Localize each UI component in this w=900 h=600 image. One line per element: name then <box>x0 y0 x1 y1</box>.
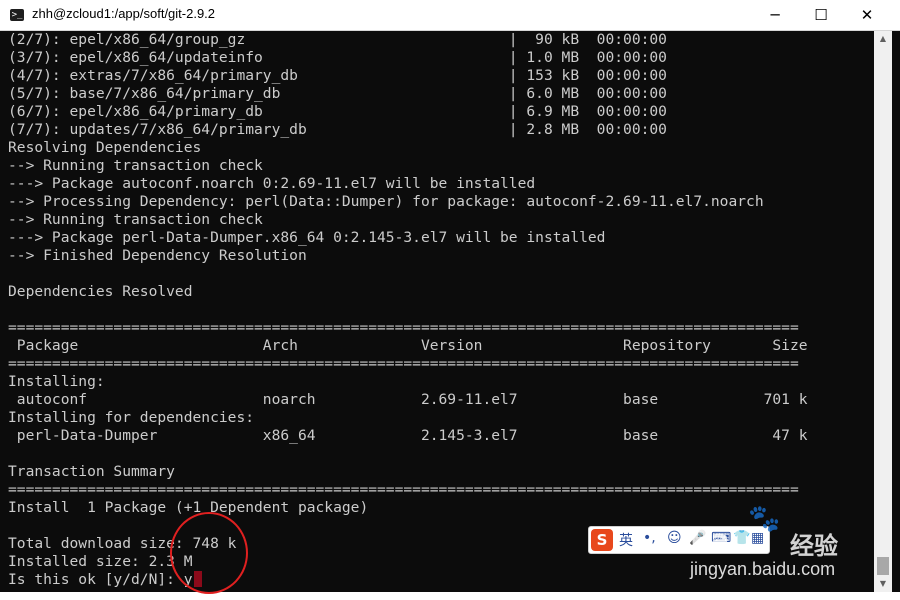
terminal-line: (4/7): extras/7/x86_64/primary_db | 153 … <box>8 67 667 84</box>
terminal-line: (5/7): base/7/x86_64/primary_db | 6.0 MB… <box>8 85 667 102</box>
terminal-line: Install 1 Package (+1 Dependent package) <box>8 499 369 516</box>
terminal-line: autoconf noarch 2.69-11.el7 base 701 k <box>8 391 808 408</box>
baidu-paw-icon: 🐾 <box>748 504 781 534</box>
terminal-line: --> Finished Dependency Resolution <box>8 247 307 264</box>
terminal-app-icon: >_ <box>10 9 24 21</box>
terminal-output[interactable]: (2/7): epel/x86_64/group_gz | 90 kB 00:0… <box>0 31 874 592</box>
scroll-up-arrow-icon[interactable]: ▲ <box>874 31 892 47</box>
minimize-button[interactable]: ─ <box>752 0 798 30</box>
terminal-line: ========================================… <box>8 481 799 498</box>
terminal-line: (3/7): epel/x86_64/updateinfo | 1.0 MB 0… <box>8 49 667 66</box>
title-bar[interactable]: >_ zhh@zcloud1:/app/soft/git-2.9.2 ─ ☐ ✕ <box>0 0 900 31</box>
terminal-line: Installing for dependencies: <box>8 409 255 426</box>
baidu-watermark-suffix: 经验 <box>790 532 838 560</box>
scrollbar-thumb[interactable] <box>877 557 889 575</box>
vertical-scrollbar[interactable]: ▲ ▼ <box>874 31 892 592</box>
terminal-line: Dependencies Resolved <box>8 283 193 300</box>
highlight-circle-annotation <box>170 512 248 594</box>
terminal-line: Transaction Summary <box>8 463 175 480</box>
window-title: zhh@zcloud1:/app/soft/git-2.9.2 <box>32 6 216 21</box>
scroll-down-arrow-icon[interactable]: ▼ <box>874 576 892 592</box>
terminal-line: (2/7): epel/x86_64/group_gz | 90 kB 00:0… <box>8 31 667 48</box>
punctuation-icon[interactable]: •, <box>643 530 656 546</box>
maximize-button[interactable]: ☐ <box>798 0 844 30</box>
terminal-line: ========================================… <box>8 319 799 336</box>
terminal-line: ========================================… <box>8 355 799 372</box>
emoji-icon[interactable]: ☺ <box>667 530 682 546</box>
terminal-line: Package Arch Version Repository Size <box>8 337 808 354</box>
sogou-logo-icon[interactable]: S <box>591 529 613 551</box>
watermark-url: jingyan.baidu.com <box>690 559 836 579</box>
terminal-prompt-line[interactable]: Is this ok [y/d/N]: y <box>8 571 202 589</box>
prompt-text: Is this ok [y/d/N]: y <box>8 571 193 588</box>
terminal-line: --> Running transaction check <box>8 211 263 228</box>
terminal-line: --> Processing Dependency: perl(Data::Du… <box>8 193 764 210</box>
terminal-line: (6/7): epel/x86_64/primary_db | 6.9 MB 0… <box>8 103 667 120</box>
terminal-line: Resolving Dependencies <box>8 139 202 156</box>
ime-language-toggle[interactable]: 英 <box>619 530 633 550</box>
desktop-background <box>0 592 900 600</box>
terminal-line: Installing: <box>8 373 105 390</box>
terminal-line: ---> Package perl-Data-Dumper.x86_64 0:2… <box>8 229 606 246</box>
terminal-line: ---> Package autoconf.noarch 0:2.69-11.e… <box>8 175 536 192</box>
terminal-line: perl-Data-Dumper x86_64 2.145-3.el7 base… <box>8 427 808 444</box>
terminal-line: Installed size: 2.3 M <box>8 553 193 570</box>
terminal-line: --> Running transaction check <box>8 157 263 174</box>
baidu-watermark-brand: Bai <box>690 523 738 556</box>
ime-toolbar[interactable]: S 英 •, ☺ 🎤 ⌨ 👕 ▦ <box>588 526 770 554</box>
close-button[interactable]: ✕ <box>844 0 890 30</box>
terminal-line: (7/7): updates/7/x86_64/primary_db | 2.8… <box>8 121 667 138</box>
